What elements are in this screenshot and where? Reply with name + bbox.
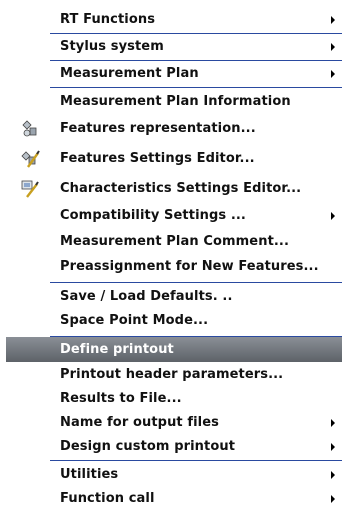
menu-item-rt-functions[interactable]: RT Functions	[6, 7, 342, 33]
menu-item-function-call[interactable]: Function call	[6, 486, 342, 512]
menu-item-characteristics-settings-editor[interactable]: Characteristics Settings Editor...	[6, 176, 342, 202]
menu-item-preassignment-for-new-features[interactable]: Preassignment for New Features...	[6, 254, 342, 280]
menu-item-label: Results to File...	[60, 391, 182, 406]
menu-item-measurement-plan[interactable]: Measurement Plan	[6, 61, 342, 87]
menu-item-features-representation[interactable]: Features representation...	[6, 116, 342, 142]
features-representation-icon	[22, 120, 37, 137]
menu-separator	[50, 87, 342, 88]
menu-item-save-load-defaults[interactable]: Save / Load Defaults. ..	[6, 284, 342, 310]
submenu-arrow-icon	[331, 419, 335, 427]
menu-item-results-to-file[interactable]: Results to File...	[6, 386, 342, 412]
submenu-arrow-icon	[331, 16, 335, 24]
menu-separator	[50, 460, 342, 461]
submenu-arrow-icon	[331, 212, 335, 220]
menu-item-label: Name for output files	[60, 415, 219, 430]
menu-item-label: Define printout	[60, 342, 174, 357]
menu-item-space-point-mode[interactable]: Space Point Mode...	[6, 308, 342, 334]
menu-item-label: Function call	[60, 491, 155, 506]
menu-item-label: Features representation...	[60, 121, 256, 136]
submenu-arrow-icon	[331, 443, 335, 451]
menu-item-label: Design custom printout	[60, 439, 236, 454]
menu-item-stylus-system[interactable]: Stylus system	[6, 34, 342, 60]
menu-item-measurement-plan-comment[interactable]: Measurement Plan Comment...	[6, 229, 342, 255]
submenu-arrow-icon	[331, 70, 335, 78]
menu-item-label: Printout header parameters...	[60, 367, 284, 382]
features-settings-editor-icon	[21, 150, 40, 168]
menu-item-features-settings-editor[interactable]: Features Settings Editor...	[6, 146, 342, 172]
menu-item-label: Compatibility Settings ...	[60, 208, 246, 223]
menu-item-utilities[interactable]: Utilities	[6, 462, 342, 488]
menu-item-label: Stylus system	[60, 39, 164, 54]
characteristics-settings-editor-icon	[21, 180, 39, 198]
submenu-arrow-icon	[331, 471, 335, 479]
menu-item-label: Preassignment for New Features...	[60, 259, 319, 274]
menu-separator	[50, 282, 342, 283]
menu-item-label: Space Point Mode...	[60, 313, 209, 328]
menu-item-label: Characteristics Settings Editor...	[60, 181, 302, 196]
menu-item-label: RT Functions	[60, 12, 156, 27]
menu-item-label: Measurement Plan Information	[60, 94, 291, 109]
menu-item-label: Features Settings Editor...	[60, 151, 255, 166]
submenu-arrow-icon	[331, 43, 335, 51]
menu-item-label: Save / Load Defaults. ..	[60, 289, 233, 304]
menu-item-define-printout[interactable]: Define printout	[6, 337, 342, 362]
menu-item-design-custom-printout[interactable]: Design custom printout	[6, 434, 342, 460]
menu-item-name-for-output-files[interactable]: Name for output files	[6, 410, 342, 436]
menu-item-printout-header-parameters[interactable]: Printout header parameters...	[6, 362, 342, 388]
menu-item-label: Measurement Plan Comment...	[60, 234, 290, 249]
menu-item-label: Measurement Plan	[60, 66, 199, 81]
submenu-arrow-icon	[331, 495, 335, 503]
menu-item-measurement-plan-information[interactable]: Measurement Plan Information	[6, 89, 342, 115]
menu-item-compatibility-settings[interactable]: Compatibility Settings ...	[6, 203, 342, 229]
menu-item-label: Utilities	[60, 467, 119, 482]
context-menu: RT Functions Stylus system Measurement P…	[6, 0, 342, 512]
